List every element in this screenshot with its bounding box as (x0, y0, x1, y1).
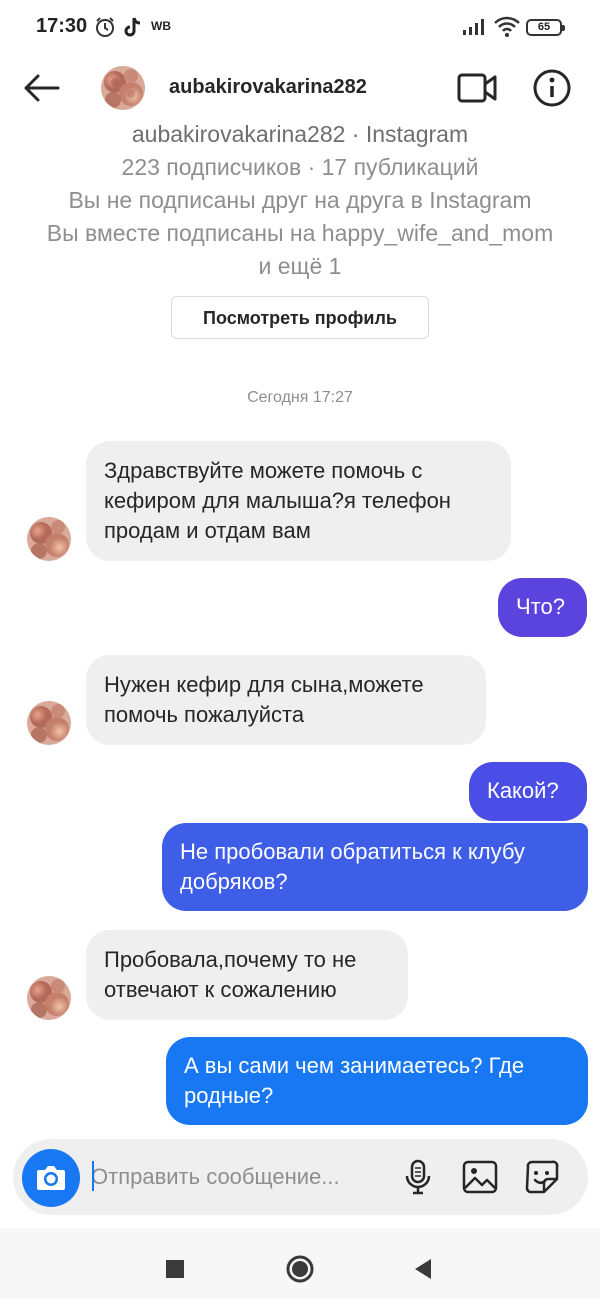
system-nav-bar (0, 1228, 600, 1299)
view-profile-button[interactable]: Посмотреть профиль (171, 296, 429, 339)
tiktok-icon (124, 17, 141, 37)
profile-summary: aubakirovakarina282 · Instagram 223 подп… (0, 120, 600, 283)
alarm-icon (96, 17, 114, 37)
status-bar: 17:30 WB 65 (0, 0, 600, 56)
chat-header: aubakirovakarina282 (0, 56, 600, 122)
home-circle-icon[interactable] (270, 1234, 330, 1294)
avatar[interactable] (101, 66, 145, 110)
message-input[interactable] (91, 1159, 391, 1195)
chat-timestamp: Сегодня 17:27 (247, 389, 353, 406)
outgoing-message[interactable]: Что? (498, 578, 587, 637)
header-username[interactable]: aubakirovakarina282 (169, 76, 367, 99)
profile-stats: 223 подписчиков · 17 публикаций (121, 154, 479, 180)
sender-avatar[interactable] (27, 976, 71, 1020)
outgoing-message[interactable]: Не пробовали обратиться к клубу добряков… (162, 823, 588, 911)
battery-icon: 65 (526, 19, 565, 36)
back-triangle-icon[interactable] (393, 1234, 453, 1294)
sticker-icon[interactable] (522, 1157, 562, 1197)
profile-source-line: aubakirovakarina282 · Instagram (131, 121, 469, 147)
mutual-follows-more: и ещё 1 (258, 253, 342, 279)
video-call-icon[interactable] (455, 68, 499, 108)
recents-square-icon[interactable] (145, 1234, 205, 1294)
info-icon[interactable] (530, 66, 574, 110)
incoming-message[interactable]: Здравствуйте можете помочь с кефиром для… (86, 441, 511, 561)
back-arrow-icon[interactable] (20, 66, 64, 110)
outgoing-message[interactable]: Какой? (469, 762, 587, 821)
signal-icon (463, 19, 484, 35)
sender-avatar[interactable] (27, 701, 71, 745)
wifi-icon (494, 16, 520, 37)
follow-status: Вы не подписаны друг на друга в Instagra… (68, 187, 532, 213)
sender-avatar[interactable] (27, 517, 71, 561)
outgoing-message[interactable]: А вы сами чем занимаетесь? Где родные? (166, 1037, 588, 1125)
status-time: 17:30 (36, 15, 88, 37)
text-caret (92, 1161, 94, 1191)
mutual-follows: Вы вместе подписаны на happy_wife_and_mo… (46, 220, 554, 246)
carrier-badge: WB (151, 19, 171, 33)
gallery-icon[interactable] (460, 1157, 500, 1197)
camera-button[interactable] (22, 1149, 80, 1207)
message-composer (13, 1139, 588, 1215)
camera-icon (37, 1166, 65, 1190)
incoming-message[interactable]: Пробовала,почему то не отвечают к сожале… (86, 930, 408, 1020)
microphone-icon[interactable] (398, 1157, 438, 1197)
incoming-message[interactable]: Нужен кефир для сына,можете помочь пожал… (86, 655, 486, 745)
